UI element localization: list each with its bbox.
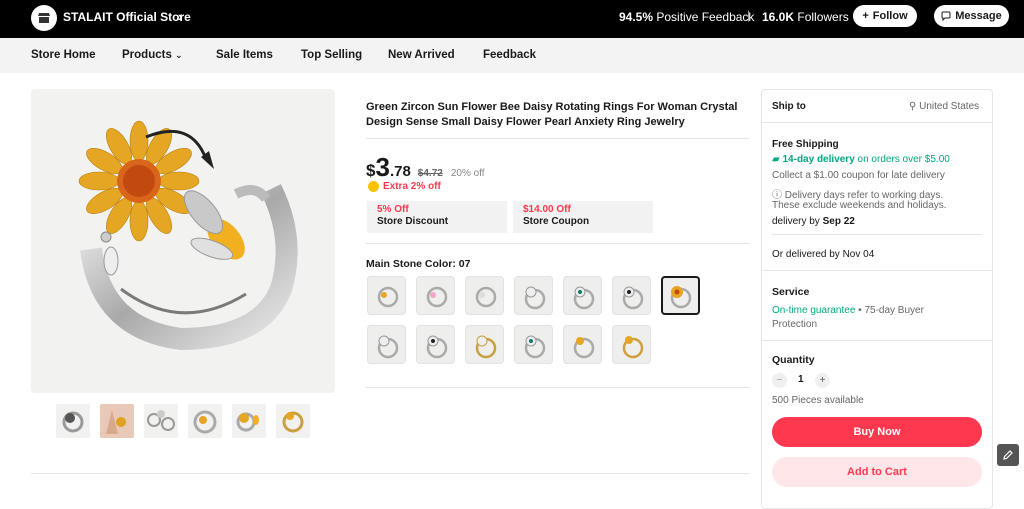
nav-feedback[interactable]: Feedback — [483, 49, 536, 61]
divider — [772, 234, 982, 235]
color-swatch-selected[interactable] — [661, 276, 700, 315]
divider — [762, 340, 992, 341]
extra-discount[interactable]: Extra 2% off — [368, 181, 441, 192]
nav-products[interactable]: Products ⌄ — [122, 49, 183, 61]
color-swatch[interactable] — [563, 276, 602, 315]
color-swatch[interactable] — [416, 325, 455, 364]
add-to-cart-button[interactable]: Add to Cart — [772, 457, 982, 487]
coin-icon — [368, 181, 379, 192]
delivery-by: delivery by Sep 22 — [772, 216, 855, 227]
product-main-image[interactable] — [31, 89, 335, 393]
divider — [366, 387, 749, 388]
price-integer: 3 — [375, 152, 390, 182]
divider — [762, 270, 992, 271]
divider — [366, 138, 749, 139]
price-currency: $ — [366, 161, 376, 180]
pieces-available: 500 Pieces available — [772, 395, 864, 406]
store-name[interactable]: STALAIT Official Store — [63, 10, 191, 24]
truck-icon: ▰ — [772, 154, 780, 165]
color-swatch[interactable] — [416, 276, 455, 315]
divider — [31, 473, 749, 474]
color-swatch[interactable] — [612, 325, 651, 364]
nav-new-arrived[interactable]: New Arrived — [388, 49, 455, 61]
plus-icon: + — [862, 10, 869, 22]
location-pin-icon: ⚲ — [909, 101, 917, 112]
store-header: STALAIT Official Store › 94.5% Positive … — [0, 0, 1024, 38]
quantity-decrease-button[interactable]: − — [772, 373, 787, 388]
store-logo[interactable] — [31, 5, 57, 31]
thumbnail[interactable] — [100, 404, 134, 438]
store-coupon[interactable]: $14.00 Off Store Coupon — [513, 201, 653, 233]
delivery-days-note-2: These exclude weekends and holidays. — [772, 200, 947, 211]
thumbnail[interactable] — [56, 404, 90, 438]
nav-sale-items[interactable]: Sale Items — [216, 49, 273, 61]
color-swatch[interactable] — [367, 276, 406, 315]
store-nav: Store Home Products ⌄ Sale Items Top Sel… — [0, 38, 1024, 73]
nav-top-selling[interactable]: Top Selling — [301, 49, 362, 61]
followers-count: 16.0K Followers — [762, 10, 849, 24]
ship-to-country[interactable]: ⚲ United States — [909, 101, 979, 112]
thumbnail[interactable] — [188, 404, 222, 438]
chevron-right-icon[interactable]: › — [178, 9, 182, 24]
product-title: Green Zircon Sun Flower Bee Daisy Rotati… — [366, 101, 738, 128]
color-swatch[interactable] — [465, 276, 504, 315]
fast-delivery: ▰ 14-day delivery on orders over $5.00 — [772, 154, 950, 165]
stone-color-label: Main Stone Color: 07 — [366, 258, 471, 270]
color-swatch[interactable] — [514, 276, 553, 315]
thumbnail[interactable] — [276, 404, 310, 438]
quantity-increase-button[interactable]: + — [815, 373, 830, 388]
nav-store-home[interactable]: Store Home — [31, 49, 96, 61]
price-decimal: .78 — [389, 163, 411, 180]
color-swatch[interactable] — [367, 325, 406, 364]
color-swatch[interactable] — [514, 325, 553, 364]
service-title: Service — [772, 286, 810, 298]
service-guarantee: On-time guarantee • 75-day Buyer — [772, 305, 924, 316]
price: $ 3 .78 $4.72 20% off — [366, 152, 485, 182]
discount-percent: 20% off — [450, 168, 485, 179]
delivery-days-note: ⓘ Delivery days refer to working days. — [772, 190, 944, 201]
original-price: $4.72 — [417, 168, 443, 179]
buy-now-button[interactable]: Buy Now — [772, 417, 982, 447]
edit-icon[interactable] — [997, 444, 1019, 466]
quantity-value[interactable]: 1 — [798, 374, 804, 385]
or-delivered-by: Or delivered by Nov 04 — [772, 249, 875, 260]
divider — [366, 243, 749, 244]
positive-feedback: 94.5% Positive Feedback — [619, 10, 755, 24]
follow-button[interactable]: + Follow — [853, 5, 917, 27]
thumbnail[interactable] — [232, 404, 266, 438]
quantity-title: Quantity — [772, 354, 815, 366]
store-discount-coupon[interactable]: 5% Off Store Discount — [367, 201, 507, 233]
ship-to-label: Ship to — [772, 101, 806, 112]
header-divider: | — [747, 8, 751, 22]
color-swatch[interactable] — [612, 276, 651, 315]
thumbnail[interactable] — [144, 404, 178, 438]
color-swatch[interactable] — [465, 325, 504, 364]
free-shipping: Free Shipping — [772, 139, 839, 150]
service-protection: Protection — [772, 319, 818, 330]
color-swatch[interactable] — [563, 325, 602, 364]
chat-icon — [941, 11, 951, 21]
divider — [762, 122, 992, 123]
late-delivery-coupon: Collect a $1.00 coupon for late delivery — [772, 170, 945, 181]
chevron-down-icon: ⌄ — [175, 50, 183, 60]
message-button[interactable]: Message — [934, 5, 1009, 27]
